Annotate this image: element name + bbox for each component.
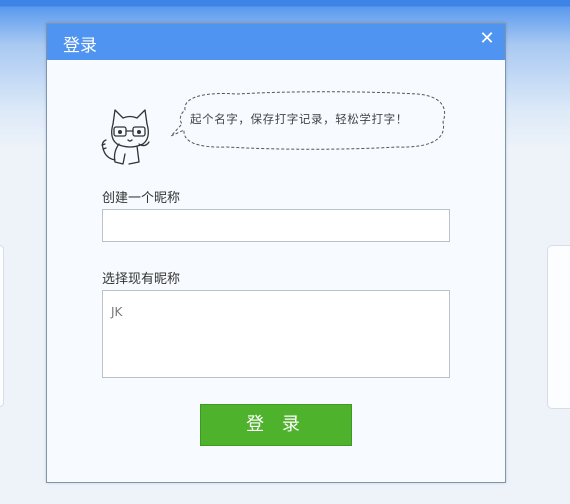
create-nickname-input[interactable] (102, 209, 450, 242)
existing-nickname-label: 选择现有昵称 (102, 272, 181, 287)
close-icon[interactable]: ✕ (477, 28, 497, 50)
login-button[interactable]: 登 录 (200, 404, 352, 446)
nickname-item[interactable]: JK (111, 305, 122, 319)
create-nickname-label: 创建一个昵称 (102, 191, 181, 206)
speech-bubble-text: 起个名字，保存打字记录，轻松学打字！ (190, 112, 408, 126)
background-card-right (547, 245, 570, 409)
dialog-title-bar: 登录 ✕ (47, 24, 505, 60)
cat-mascot-icon (101, 109, 150, 165)
background-card-left (0, 245, 4, 407)
login-dialog: 登录 ✕ 起个名字，保存打字记录，轻松学打字！ 创建一个昵称 选择现有昵称 JK… (46, 23, 506, 483)
existing-nickname-list[interactable]: JK (102, 290, 450, 378)
dialog-title: 登录 (63, 36, 97, 56)
